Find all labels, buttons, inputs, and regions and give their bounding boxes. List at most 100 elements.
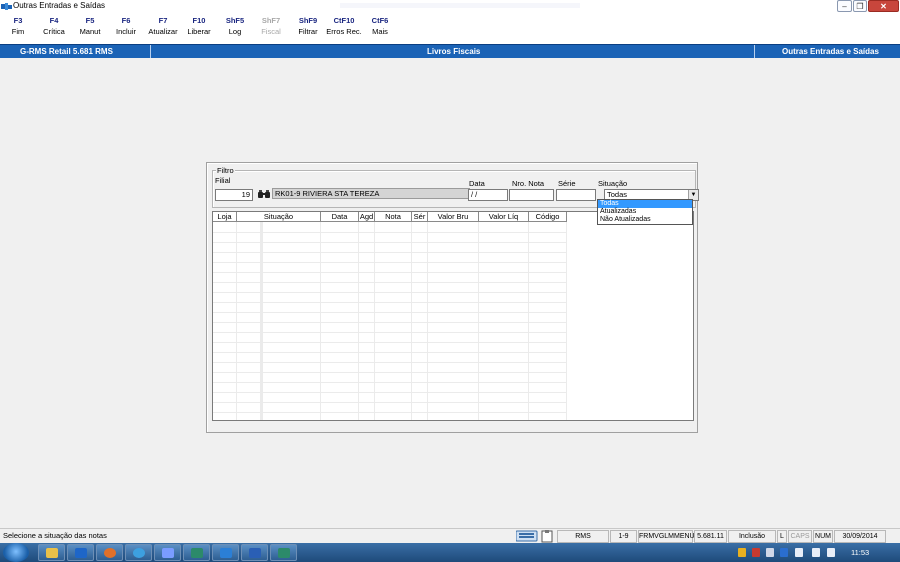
toolbar-label: Fim [11, 27, 25, 36]
grid-line [213, 372, 567, 373]
taskbar-app[interactable] [125, 544, 152, 561]
column-header-valor-liq[interactable]: Valor Líq [479, 212, 529, 222]
toolbar-button-atualizar[interactable]: F7 Atualizar [145, 15, 181, 38]
taskbar-app[interactable] [154, 544, 181, 561]
situacao-option[interactable]: Atualizadas [598, 208, 692, 216]
windows-taskbar: 11:53 [0, 543, 900, 562]
shield-icon[interactable] [738, 548, 746, 557]
status-version: 5.681.11 [694, 530, 727, 543]
toolbar-label: Filtrar [298, 27, 318, 36]
status-caps: CAPS [788, 530, 812, 543]
grid-line [213, 272, 567, 273]
serie-input[interactable] [556, 189, 596, 201]
toolbar-button-log[interactable]: ShF5 Log [217, 15, 253, 38]
toolbar-key: F4 [49, 16, 59, 25]
toolbar-label: Crítica [43, 27, 65, 36]
status-l: L [777, 530, 787, 543]
data-input[interactable]: / / [468, 189, 508, 201]
toolbar-label: Mais [372, 27, 388, 36]
column-header-data[interactable]: Data [321, 212, 359, 222]
grid-line [213, 262, 567, 263]
lync-icon [220, 548, 232, 558]
filial-input[interactable]: 19 [215, 189, 253, 201]
status-mode: Inclusão [728, 530, 776, 543]
toolbar-button-erros-rec-[interactable]: CtF10 Erros Rec. [326, 15, 362, 38]
grid-line [213, 392, 567, 393]
column-header-situacao[interactable]: Situação [237, 212, 321, 222]
taskbar-app[interactable] [270, 544, 297, 561]
taskbar-app[interactable] [183, 544, 210, 561]
status-date: 30/09/2014 [834, 530, 886, 543]
network-icon[interactable] [795, 548, 803, 557]
toolbar-key: ShF7 [261, 16, 281, 25]
restore-icon: ❐ [856, 2, 864, 11]
toolbar-button-incluir[interactable]: F6 Incluir [108, 15, 144, 38]
toolbar-label: Log [228, 27, 242, 36]
start-button[interactable] [3, 543, 29, 562]
toolbar-button-fim[interactable]: F3 Fim [0, 15, 36, 38]
toolbar-button-fiscal: ShF7 Fiscal [253, 15, 289, 38]
maximize-button[interactable]: ❐ [853, 0, 867, 12]
taskbar-firefox[interactable] [96, 544, 123, 561]
toolbar-label: Incluir [115, 27, 136, 36]
toolbar-button-cr-tica[interactable]: F4 Crítica [36, 15, 72, 38]
toolbar-key: F5 [85, 16, 95, 25]
taskbar-word[interactable] [241, 544, 268, 561]
tray-icon[interactable] [766, 548, 774, 557]
minimize-button[interactable]: – [837, 0, 852, 12]
toolbar-key: ShF9 [298, 16, 318, 25]
column-header-loja[interactable]: Loja [213, 212, 237, 222]
situacao-option[interactable]: Não Atualizadas [598, 216, 692, 224]
toolbar-key: F10 [192, 16, 206, 25]
toolbar-button-manut[interactable]: F5 Manut [72, 15, 108, 38]
status-bar: Selecione a situação das notas RMS 1-9 F… [0, 528, 900, 543]
grid-line [213, 412, 567, 413]
flag-icon[interactable] [827, 548, 835, 557]
situacao-option[interactable]: Todas [598, 200, 692, 208]
header-band: G-RMS Retail 5.681 RMS Livros Fiscais Ou… [0, 44, 900, 58]
column-header-ser[interactable]: Sér [412, 212, 428, 222]
column-header-codigo[interactable]: Código [529, 212, 567, 222]
taskbar-explorer[interactable] [38, 544, 65, 561]
situacao-dropdown-list[interactable]: Todas Atualizadas Não Atualizadas [597, 199, 693, 225]
clipboard-icon [541, 530, 553, 543]
rms-icon [191, 548, 203, 558]
folder-icon [46, 548, 58, 558]
toolbar-button-filtrar[interactable]: ShF9 Filtrar [290, 15, 326, 38]
close-button[interactable]: ✕ [868, 0, 899, 12]
grid-line [213, 352, 567, 353]
app-version-label: G-RMS Retail 5.681 RMS [20, 47, 113, 56]
nro-nota-input[interactable] [509, 189, 554, 201]
binoculars-icon[interactable] [258, 189, 270, 199]
status-message: Selecione a situação das notas [3, 531, 107, 540]
toolbar-label: Manut [79, 27, 101, 36]
rms-icon [278, 548, 290, 558]
column-header-agd[interactable]: Agd [359, 212, 375, 222]
situacao-label: Situação [598, 179, 628, 188]
background-title-text [340, 3, 580, 8]
app-icon [133, 548, 145, 558]
grid-line [213, 282, 567, 283]
taskbar-outlook[interactable] [67, 544, 94, 561]
grid-line [213, 382, 567, 383]
close-icon: ✕ [880, 2, 887, 11]
status-num: NUM [813, 530, 833, 543]
toolbar-button-mais[interactable]: CtF6 Mais [362, 15, 398, 38]
column-header-nota[interactable]: Nota [375, 212, 412, 222]
toolbar-button-liberar[interactable]: F10 Liberar [181, 15, 217, 38]
data-label: Data [469, 179, 485, 188]
window-titlebar: Outras Entradas e Saídas – ❐ ✕ [0, 0, 900, 13]
column-header-valor-bru[interactable]: Valor Bru [428, 212, 479, 222]
tray-icon[interactable] [752, 548, 760, 557]
toolbar-key: F3 [13, 16, 23, 25]
main-area: Filtro Filial 19 RK01-9 RIVIERA STA TERE… [0, 58, 900, 528]
grid-header: Loja Situação Data Agd Nota Sér Valor Bru Valor… [213, 212, 567, 222]
outlook-icon[interactable] [780, 548, 788, 557]
filial-label: Filial [215, 176, 231, 185]
notas-grid[interactable]: Loja Situação Data Agd Nota Sér Valor Bru Valor… [212, 211, 694, 421]
speaker-icon[interactable] [812, 548, 820, 557]
keyboard-icon [516, 530, 538, 542]
taskbar-lync[interactable] [212, 544, 239, 561]
grid-line [213, 232, 567, 233]
toolbar-key: F6 [121, 16, 131, 25]
